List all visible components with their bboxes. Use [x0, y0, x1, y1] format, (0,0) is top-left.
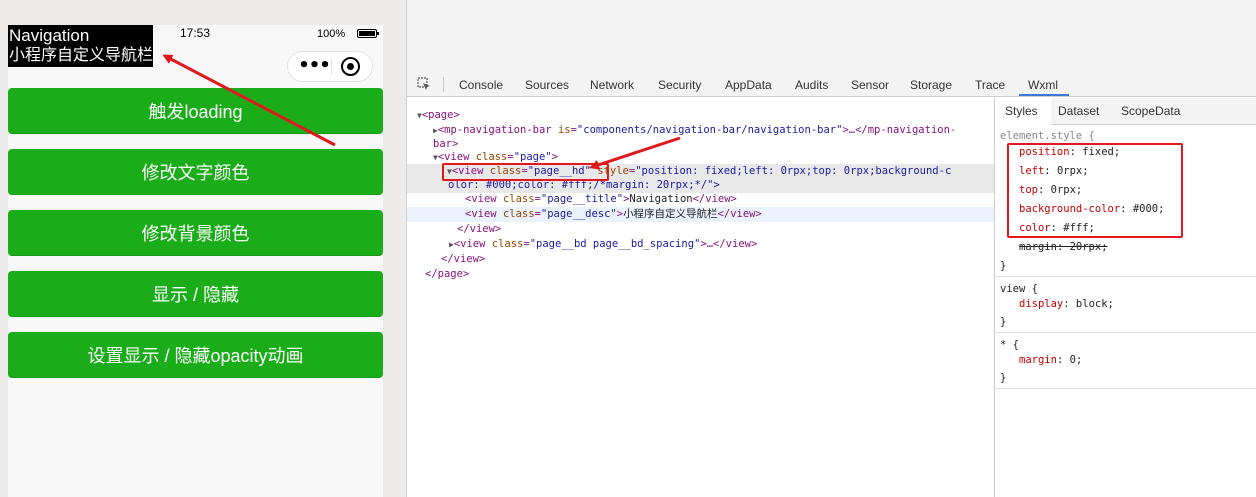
attr-name: class — [502, 208, 535, 220]
tree-node-close-view-page: </view> — [441, 252, 1029, 267]
tag-text: >…</mp-navigation- — [842, 124, 957, 136]
subtab-styles[interactable]: Styles — [1005, 104, 1038, 118]
tag-text: </view> — [441, 253, 486, 265]
rule-close-brace: } — [1000, 316, 1007, 328]
devtools-blank-area — [407, 0, 1256, 72]
battery-percent: 100% — [317, 28, 346, 40]
devtools-tabbar: Console Sources Network Security AppData… — [407, 72, 1256, 97]
highlight-box-styles — [1007, 143, 1183, 238]
tab-audits[interactable]: Audits — [795, 78, 828, 92]
attr-value: "page__desc" — [540, 208, 617, 220]
attr-value: "components/navigation-bar/navigation-ba… — [576, 124, 843, 136]
tree-node-page-title[interactable]: <view class="page__title">Navigation</vi… — [465, 192, 1053, 207]
tree-node-page[interactable]: ▼<page> — [417, 108, 1005, 123]
tab-trace[interactable]: Trace — [975, 78, 1005, 92]
tab-security[interactable]: Security — [658, 78, 701, 92]
tree-node-navigation-bar[interactable]: ▶<mp-navigation-bar is="components/navig… — [433, 123, 1021, 138]
tag-text: </view> — [457, 223, 502, 235]
attr-value: "page" — [513, 151, 552, 163]
prop-value: 20rpx; — [1069, 241, 1108, 253]
tag-text: <view — [465, 208, 503, 220]
tag-text: </page> — [425, 268, 470, 280]
tab-sensor[interactable]: Sensor — [851, 78, 889, 92]
attr-name: is — [557, 124, 571, 136]
change-text-color-button[interactable]: 修改文字颜色 — [8, 149, 383, 195]
attr-name: class — [502, 193, 535, 205]
tab-wxml[interactable]: Wxml — [1028, 78, 1058, 92]
style-prop-display[interactable]: display: block; — [1019, 295, 1114, 314]
tag-text: >…</view> — [700, 238, 758, 250]
tab-network[interactable]: Network — [590, 78, 634, 92]
star-rule-selector: * { — [1000, 339, 1019, 351]
highlight-box-page-hd — [442, 163, 609, 181]
tabbar-divider — [443, 77, 444, 92]
capsule-divider — [331, 59, 332, 75]
tree-node-close-view: </view> — [457, 222, 1045, 237]
devtools-panel: Console Sources Network Security AppData… — [406, 0, 1256, 497]
tag-text: <mp-navigation-bar — [437, 124, 558, 136]
more-dots-icon[interactable]: ••• — [298, 56, 331, 76]
trigger-loading-button[interactable]: 触发loading — [8, 88, 383, 134]
prop-name: margin — [1019, 241, 1057, 253]
style-prop-margin[interactable]: margin: 0; — [1019, 351, 1082, 370]
active-tab-indicator — [1019, 94, 1069, 96]
rule-divider — [995, 388, 1256, 389]
attr-name: class — [491, 238, 524, 250]
rule-close-brace: } — [1000, 372, 1007, 384]
attr-value: "page__bd page__bd_spacing" — [529, 238, 701, 250]
tag-text: bar> — [433, 138, 459, 150]
tree-node-page-bd[interactable]: ▶<view class="page__bd page__bd_spacing"… — [449, 237, 1037, 252]
phone-screen: 17:53 100% Navigation 小程序自定义导航栏 ••• 触发lo… — [8, 25, 383, 497]
status-time: 17:53 — [180, 26, 211, 40]
subtab-dataset[interactable]: Dataset — [1058, 104, 1099, 118]
inspect-element-icon[interactable] — [417, 77, 431, 91]
style-prop-margin-overridden[interactable]: margin: 20rpx; — [1019, 238, 1108, 257]
prop-name: display — [1019, 298, 1064, 310]
tab-storage[interactable]: Storage — [910, 78, 952, 92]
attr-name: class — [475, 151, 508, 163]
nav-title: Navigation — [9, 26, 90, 45]
attr-value: "position: fixed;left: 0rpx;top: 0rpx;ba… — [635, 165, 952, 177]
tag-text: <view — [465, 193, 503, 205]
custom-navigation-bar: Navigation 小程序自定义导航栏 — [8, 25, 153, 67]
tag-text: </view> — [692, 193, 737, 205]
toggle-visibility-button[interactable]: 显示 / 隐藏 — [8, 271, 383, 317]
tag-text: > — [551, 151, 558, 163]
change-bg-color-button[interactable]: 修改背景颜色 — [8, 210, 383, 256]
tree-node-close-page: </page> — [425, 267, 1013, 282]
node-text: Navigation — [629, 193, 693, 205]
nav-desc: 小程序自定义导航栏 — [9, 47, 154, 64]
tree-node-page-desc[interactable]: <view class="page__desc">小程序自定义导航栏</view… — [407, 207, 995, 222]
prop-value: block; — [1075, 298, 1114, 310]
wxml-tree: ▼<page> ▶<mp-navigation-bar is="componen… — [407, 98, 995, 497]
close-target-icon[interactable] — [341, 57, 360, 76]
toggle-opacity-animation-button[interactable]: 设置显示 / 隐藏opacity动画 — [8, 332, 383, 378]
sidebar-tabs: Styles Dataset ScopeData — [995, 98, 1256, 125]
rule-close-brace: } — [1000, 260, 1007, 272]
tag-text: <page> — [421, 109, 460, 121]
tag-text: <view — [453, 238, 492, 250]
tab-console[interactable]: Console — [459, 78, 503, 92]
prop-name: margin — [1019, 354, 1057, 366]
miniprogram-capsule: ••• — [287, 51, 373, 82]
attr-value: "page__title" — [540, 193, 624, 205]
prop-value: 0; — [1069, 354, 1083, 366]
battery-icon — [357, 29, 379, 38]
tab-appdata[interactable]: AppData — [725, 78, 772, 92]
tag-text: </view> — [717, 208, 762, 220]
rule-divider — [995, 332, 1256, 333]
subtab-scopedata[interactable]: ScopeData — [1121, 104, 1180, 118]
tag-text: <view — [437, 151, 476, 163]
node-text: 小程序自定义导航栏 — [623, 208, 718, 220]
rule-divider — [995, 276, 1256, 277]
tab-sources[interactable]: Sources — [525, 78, 569, 92]
